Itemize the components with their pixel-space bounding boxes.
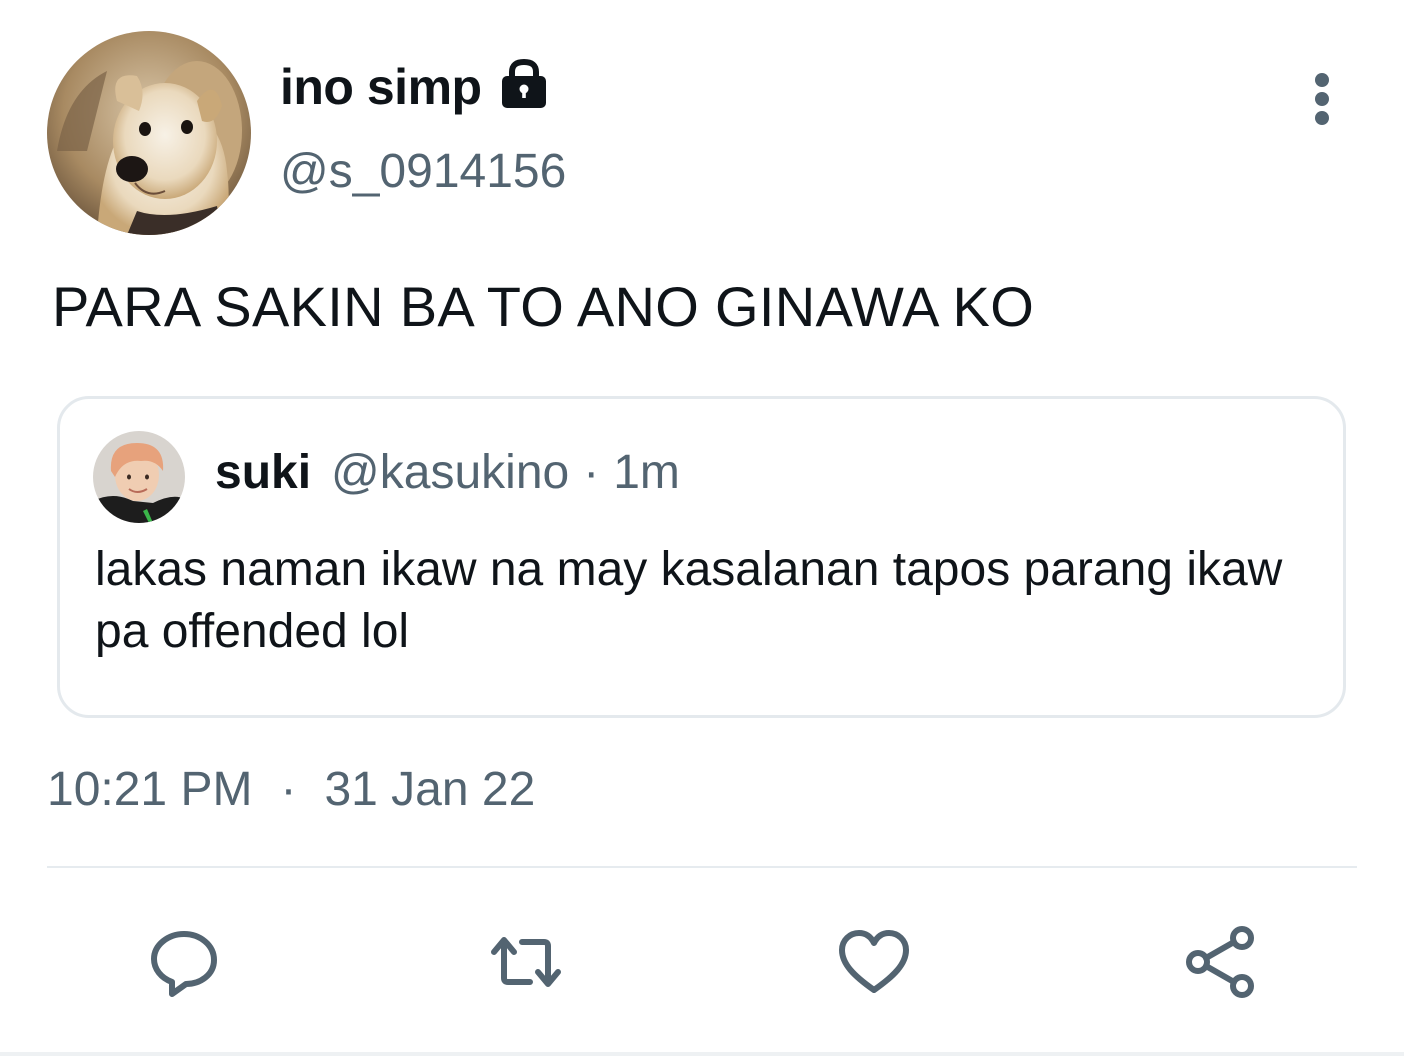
dog-photo-avatar [47,31,251,235]
share-button[interactable] [1182,922,1262,1002]
lock-icon [496,56,552,112]
quoted-tweet-card[interactable]: suki @kasukino · 1m lakas naman ikaw na … [57,396,1346,718]
author-avatar[interactable] [47,31,251,235]
timestamp-time: 10:21 PM [47,763,253,816]
timestamp-date: 31 Jan 22 [324,763,536,816]
tweet-timestamp[interactable]: 10:21 PM · 31 Jan 22 [47,762,535,817]
author-display-name[interactable]: ino simp [280,58,482,116]
reply-icon [151,931,217,997]
quoted-tweet-text: lakas naman ikaw na may kasalanan tapos … [95,543,1283,658]
heart-icon [839,930,909,993]
author-handle[interactable]: @s_0914156 [280,144,566,199]
timestamp-separator: · [280,763,297,816]
quoted-author-avatar[interactable] [93,431,185,523]
share-icon [1186,926,1254,998]
divider [47,866,1357,868]
bottom-border [0,1052,1404,1056]
quoted-separator: · [583,446,600,499]
retweet-button[interactable] [486,922,566,1002]
author-display-name-row[interactable]: ino simp [280,58,552,116]
more-vertical-icon[interactable] [1302,72,1342,126]
tweet-text: PARA SAKIN BA TO ANO GINAWA KO [52,275,1035,338]
person-photo-avatar [93,431,185,523]
retweet-icon [491,937,561,987]
quoted-time-ago: 1m [613,446,680,499]
quoted-author-handle[interactable]: @kasukino [331,445,569,500]
reply-button[interactable] [144,922,224,1002]
like-button[interactable] [834,922,914,1002]
quoted-tweet-header: suki @kasukino · 1m [215,445,680,500]
quoted-author-name[interactable]: suki [215,445,311,500]
